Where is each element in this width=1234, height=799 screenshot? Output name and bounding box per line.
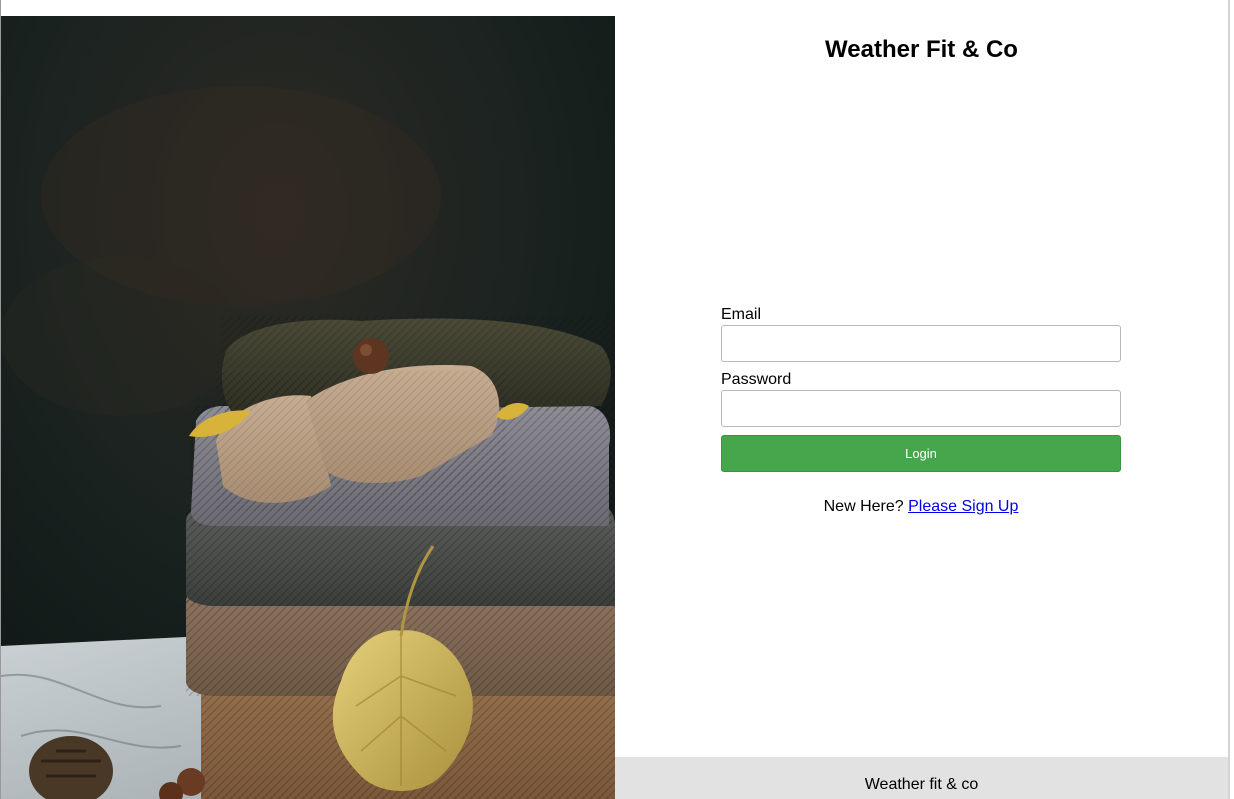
signup-row: New Here? Please Sign Up	[721, 498, 1121, 516]
login-button[interactable]: Login	[721, 435, 1121, 472]
signup-link[interactable]: Please Sign Up	[908, 498, 1018, 515]
footer: Weather fit & co	[615, 757, 1228, 799]
footer-text: Weather fit & co	[864, 776, 979, 793]
login-form: Email Password Login New Here? Please Si…	[721, 305, 1121, 516]
scrollbar-track[interactable]	[1228, 0, 1230, 799]
app-title: Weather Fit & Co	[825, 36, 1018, 63]
password-field[interactable]	[721, 390, 1121, 427]
password-label: Password	[721, 371, 792, 388]
page: Weather Fit & Co Email Password Login Ne…	[0, 0, 1234, 799]
email-label: Email	[721, 306, 762, 323]
login-pane: Weather Fit & Co Email Password Login Ne…	[615, 0, 1228, 799]
signup-prompt: New Here?	[823, 498, 904, 515]
email-field[interactable]	[721, 325, 1121, 362]
hero-image	[1, 16, 615, 799]
